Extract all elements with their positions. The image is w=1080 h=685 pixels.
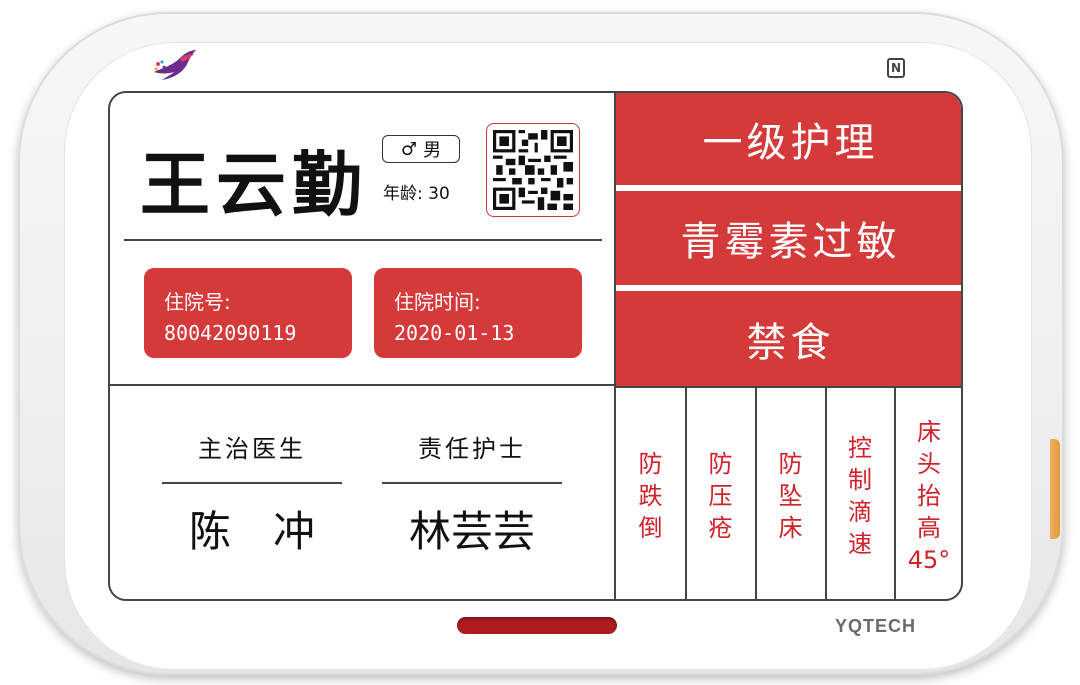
male-icon: ♂: [400, 138, 418, 160]
alert-char: 床: [778, 513, 803, 542]
alert-char: 防: [708, 449, 733, 478]
age-label: 年龄: 30: [383, 184, 450, 204]
alert-char: 疮: [708, 513, 733, 542]
alert-fall-prevention: 防 跌 倒: [616, 388, 685, 599]
display-screen: 王云勤 ♂ 男 年龄: 30 住院号: 80042090119 住院时间: 20…: [108, 91, 963, 601]
diet-banner: 禁食: [616, 291, 961, 386]
horizontal-divider: [110, 384, 616, 386]
alert-pressure-sore-prevention: 防 压 疮: [686, 388, 755, 599]
nurse-underline: [382, 482, 562, 484]
alert-char: 倒: [638, 513, 663, 542]
nfc-icon: N: [887, 58, 905, 78]
gender-badge: ♂ 男: [382, 135, 460, 163]
admission-date-value: 2020-01-13: [394, 321, 515, 345]
admission-date-box: 住院时间: 2020-01-13: [374, 268, 582, 358]
alert-char: 床: [917, 417, 941, 446]
nursing-alerts-row: 防 跌 倒 防 压 疮 防 坠 床 控 制 滴 速 床 头 抬 高 45°: [616, 386, 961, 599]
alert-char: 高: [917, 513, 941, 542]
care-level-banner: 一级护理: [616, 93, 961, 185]
doctor-section: 主治医生 陈 冲: [162, 429, 342, 559]
alert-char: 防: [778, 449, 803, 478]
alert-char: 速: [848, 529, 872, 558]
alert-char: 抬: [917, 481, 941, 510]
doctor-role: 主治医生: [198, 435, 306, 463]
alert-char: 头: [917, 449, 941, 478]
alert-bed-fall-prevention: 防 坠 床: [756, 388, 825, 599]
status-led-bar: [457, 617, 617, 634]
admission-date-label: 住院时间:: [394, 290, 481, 314]
nurse-section: 责任护士 林芸芸: [382, 429, 562, 559]
alert-char: 控: [848, 433, 872, 462]
doctor-name: 陈 冲: [188, 506, 315, 556]
brand-label: YQTECH: [835, 616, 917, 636]
gender-label: 男: [423, 140, 442, 161]
admission-number-value: 80042090119: [164, 321, 297, 345]
side-button[interactable]: [1050, 439, 1060, 539]
admission-number-label: 住院号:: [164, 290, 231, 314]
nurse-role: 责任护士: [418, 435, 526, 463]
allergy-banner: 青霉素过敏: [616, 191, 961, 285]
qr-code-icon: [493, 130, 573, 210]
alert-char: 压: [708, 481, 733, 510]
admission-number-box: 住院号: 80042090119: [144, 268, 352, 358]
alert-char: 防: [638, 449, 663, 478]
alert-char: 滴: [848, 497, 872, 526]
alert-drip-rate-control: 控 制 滴 速: [826, 388, 894, 599]
qr-code[interactable]: [486, 123, 580, 217]
alert-char: 制: [848, 465, 872, 494]
alert-char: 45°: [907, 545, 951, 574]
doctor-underline: [162, 482, 342, 484]
nurse-name: 林芸芸: [408, 506, 535, 556]
patient-name: 王云勤: [140, 144, 368, 226]
name-underline: [124, 239, 602, 241]
alert-char: 坠: [778, 481, 803, 510]
alert-head-raise-45: 床 头 抬 高 45°: [895, 388, 961, 599]
alert-char: 跌: [638, 481, 663, 510]
bird-logo-icon: [154, 50, 196, 80]
